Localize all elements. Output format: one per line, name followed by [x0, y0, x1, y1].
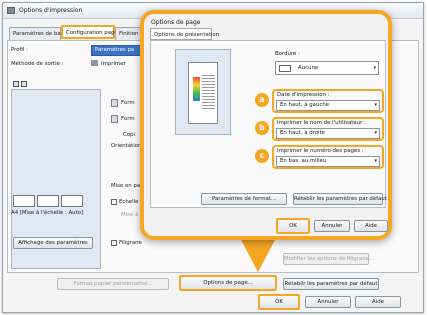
callout-c-badge: c: [255, 149, 269, 163]
profile-label: Profil :: [11, 47, 28, 53]
print-user-value: En haut, à droite: [280, 130, 325, 136]
print-page-group: Imprimer le numéro des pages : En bas, a…: [272, 145, 384, 169]
dialog-ok-button[interactable]: OK: [276, 218, 310, 234]
out-format-icon: [111, 115, 118, 123]
page-thumbnail: [188, 62, 218, 124]
tab-layout-options[interactable]: Options de présentation: [150, 28, 219, 40]
border-value: Aucune: [298, 65, 319, 71]
printer-app-icon: [7, 7, 15, 14]
printer-preview-icon[interactable]: [21, 81, 27, 87]
printer-icon: [91, 60, 98, 66]
dialog-title: Options de page: [151, 19, 201, 26]
layout-icon-1[interactable]: [13, 195, 35, 207]
page-options-dialog: Options de page Options de présentation …: [140, 10, 392, 240]
output-method-label: Méthode de sortie :: [11, 61, 64, 67]
color-bars-image: [193, 77, 200, 101]
help-button[interactable]: Aide: [355, 296, 401, 308]
watermark-label: Filigrane: [119, 240, 142, 246]
print-page-label: Imprimer le numéro des pages :: [277, 148, 364, 154]
print-date-select[interactable]: En haut, à gauche ▾: [276, 100, 380, 111]
print-page-value: En bas, au milieu: [280, 158, 327, 164]
chevron-down-icon: ▾: [374, 158, 377, 164]
chevron-down-icon: ▾: [374, 130, 377, 136]
orig-format-label: Form: [121, 100, 135, 106]
cancel-button[interactable]: Annuler: [305, 296, 351, 308]
ok-button[interactable]: OK: [258, 294, 300, 310]
chevron-down-icon: ▾: [373, 65, 376, 71]
orientation-label: Orientation: [111, 143, 142, 149]
tab-page-setup[interactable]: Configuration page: [61, 25, 118, 39]
text-lines-graphic: [202, 73, 215, 111]
dialog-panel: Bordure : Aucune ▾ Date d'impression : E…: [150, 40, 387, 208]
preview-mode-icon[interactable]: [13, 81, 19, 87]
print-page-select[interactable]: En bas, au milieu ▾: [276, 156, 380, 167]
border-label: Bordure :: [275, 51, 300, 57]
callout-a-badge: a: [255, 93, 269, 107]
print-user-select[interactable]: En haut, à droite ▾: [276, 128, 380, 139]
restore-defaults-button[interactable]: Rétablir les paramètres par défaut: [283, 278, 379, 290]
scale-checkbox[interactable]: [111, 199, 117, 205]
edit-watermark-button[interactable]: Modifier les options de filigrane...: [283, 253, 374, 265]
scale-value: Mise à l: [121, 212, 142, 218]
layout-preview-area: [175, 49, 231, 135]
preview-caption: A4 [Mise à l'échelle : Auto]: [11, 210, 84, 216]
layout-label: Mise en pag: [111, 183, 144, 189]
border-select[interactable]: Aucune ▾: [275, 61, 379, 75]
layout-icon-2[interactable]: [37, 195, 59, 207]
profile-select[interactable]: Paramètres pa: [91, 45, 143, 56]
show-settings-button[interactable]: Affichage des paramètres: [13, 237, 93, 249]
dialog-cancel-button[interactable]: Annuler: [314, 220, 350, 232]
profile-value: Paramètres pa: [95, 47, 135, 53]
dialog-restore-defaults-button[interactable]: Rétablir les paramètres par défaut: [293, 193, 387, 205]
print-date-label: Date d'impression :: [277, 92, 330, 98]
border-none-icon: [279, 65, 291, 72]
page-options-button[interactable]: Options de page...: [179, 275, 277, 291]
dialog-help-button[interactable]: Aide: [354, 220, 388, 232]
orig-format-icon: [111, 99, 118, 107]
watermark-checkbox[interactable]: [111, 240, 117, 246]
tab-basic-settings[interactable]: Paramètres de base: [9, 27, 67, 40]
window-title: Options d'impression: [19, 7, 83, 14]
callout-b-badge: b: [255, 121, 269, 135]
chevron-down-icon: ▾: [374, 102, 377, 108]
layout-icon-3[interactable]: [61, 195, 83, 207]
callout-pointer: [240, 238, 276, 272]
print-user-group: Imprimer le nom de l'utilisateur : En ha…: [272, 117, 384, 141]
custom-paper-button[interactable]: Format papier personnalisé...: [57, 278, 169, 290]
copies-label: Copi: [123, 132, 135, 138]
print-user-label: Imprimer le nom de l'utilisateur :: [277, 120, 366, 126]
out-format-label: Form: [121, 116, 135, 122]
output-method-value[interactable]: Imprimer: [101, 61, 126, 67]
format-settings-button[interactable]: Paramètres de format...: [201, 193, 287, 205]
print-date-group: Date d'impression : En haut, à gauche ▾: [272, 89, 384, 113]
scale-check-label: Echelle r: [119, 199, 143, 205]
print-date-value: En haut, à gauche: [280, 102, 330, 108]
